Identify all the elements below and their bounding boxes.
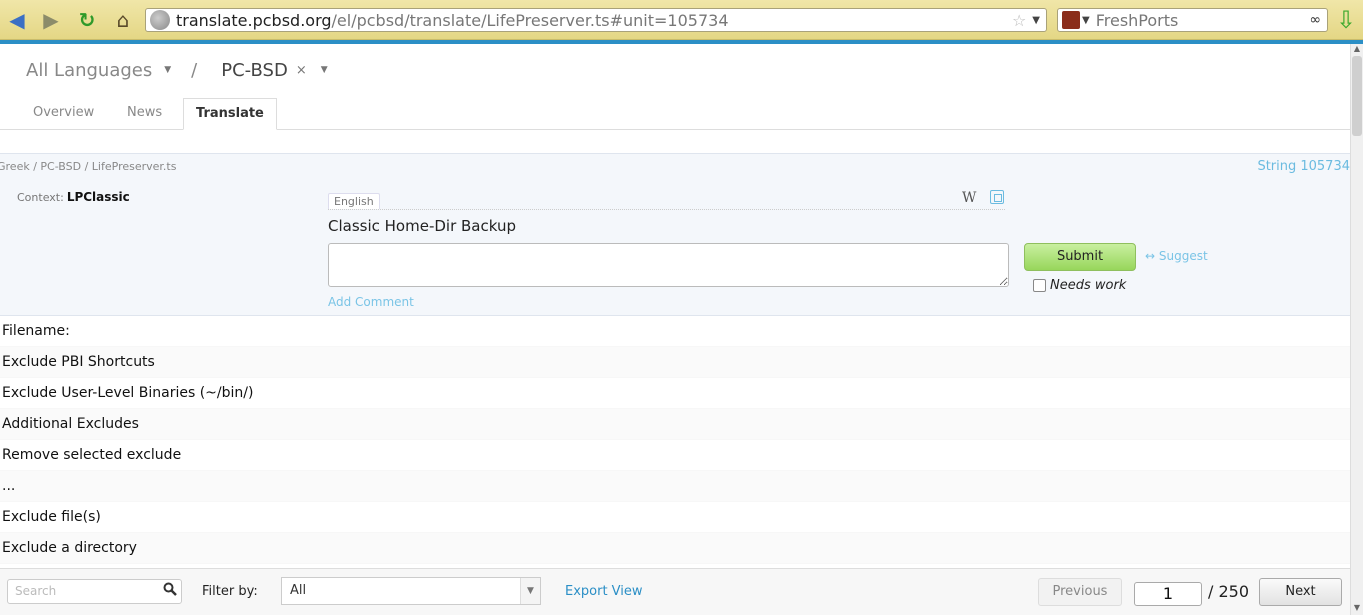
string-number-link[interactable]: String 105734 bbox=[1257, 159, 1350, 174]
list-item[interactable]: Filename: bbox=[0, 316, 1350, 347]
navigation-footer: Search Filter by: All ▼ Export View Prev… bbox=[0, 568, 1350, 615]
breadcrumb-separator: / bbox=[191, 59, 198, 81]
context: Context: LPClassic bbox=[17, 190, 130, 204]
translation-input[interactable] bbox=[328, 243, 1009, 287]
close-icon[interactable]: × bbox=[296, 63, 307, 78]
breadcrumb-languages[interactable]: All Languages bbox=[26, 60, 152, 81]
export-view-link[interactable]: Export View bbox=[565, 584, 643, 599]
chevron-down-icon[interactable]: ▼ bbox=[321, 65, 328, 75]
engine-dropdown-icon[interactable]: ▼ bbox=[1082, 15, 1090, 26]
chevron-down-icon[interactable]: ▼ bbox=[164, 65, 171, 75]
add-comment-link[interactable]: Add Comment bbox=[328, 295, 414, 309]
wikipedia-icon[interactable]: W bbox=[962, 190, 976, 206]
forward-icon[interactable]: ▶ bbox=[38, 7, 64, 33]
url-text[interactable]: translate.pcbsd.org/el/pcbsd/translate/L… bbox=[176, 11, 1012, 30]
url-path: /el/pcbsd/translate/LifePreserver.ts#uni… bbox=[331, 10, 729, 30]
list-item[interactable]: Exclude a directory bbox=[0, 533, 1350, 564]
star-icon[interactable]: ☆ bbox=[1012, 11, 1026, 30]
url-dropdown-icon[interactable]: ▼ bbox=[1032, 15, 1040, 26]
list-item[interactable]: ... bbox=[0, 471, 1350, 502]
filter-label: Filter by: bbox=[202, 584, 258, 599]
url-host: translate.pcbsd.org bbox=[176, 10, 332, 30]
suggest-link[interactable]: ↔ Suggest bbox=[1145, 249, 1208, 263]
breadcrumb-project[interactable]: PC-BSD bbox=[221, 60, 288, 81]
unit-list: Filename: Exclude PBI Shortcuts Exclude … bbox=[0, 316, 1350, 564]
scroll-down-icon[interactable]: ▼ bbox=[1351, 603, 1363, 615]
list-item[interactable]: Exclude User-Level Binaries (~/bin/) bbox=[0, 378, 1350, 409]
context-label: Context: bbox=[17, 191, 64, 204]
filter-select[interactable]: All ▼ bbox=[281, 577, 541, 605]
list-item[interactable]: Exclude file(s) bbox=[0, 502, 1350, 533]
tab-translate[interactable]: Translate bbox=[183, 98, 277, 130]
chevron-down-icon[interactable]: ▼ bbox=[520, 578, 540, 604]
tab-news[interactable]: News bbox=[115, 98, 174, 130]
source-text: Classic Home-Dir Backup bbox=[328, 217, 516, 235]
unit-path: Greek / PC-BSD / LifePreserver.ts bbox=[0, 160, 177, 173]
scrollbar-thumb[interactable] bbox=[1352, 56, 1362, 136]
page-number-input[interactable]: 1 bbox=[1134, 582, 1202, 606]
needs-work-checkbox[interactable] bbox=[1033, 279, 1046, 292]
needs-work-label: Needs work bbox=[1050, 278, 1127, 293]
tab-bar: Overview News Translate bbox=[0, 98, 1350, 130]
page-total: / 250 bbox=[1208, 582, 1250, 601]
list-item[interactable]: Remove selected exclude bbox=[0, 440, 1350, 471]
next-button[interactable]: Next bbox=[1259, 578, 1342, 606]
back-icon[interactable]: ◀ bbox=[4, 7, 30, 33]
previous-button[interactable]: Previous bbox=[1038, 578, 1122, 606]
globe-icon bbox=[150, 10, 170, 30]
url-bar[interactable]: translate.pcbsd.org/el/pcbsd/translate/L… bbox=[145, 8, 1047, 32]
download-icon[interactable]: ⇩ bbox=[1334, 6, 1358, 34]
breadcrumb: All Languages ▼ / PC-BSD × ▼ bbox=[26, 58, 328, 82]
list-item[interactable]: Additional Excludes bbox=[0, 409, 1350, 440]
search-icon[interactable] bbox=[163, 582, 177, 596]
search-input[interactable]: Search bbox=[7, 579, 182, 604]
list-item[interactable]: Exclude PBI Shortcuts bbox=[0, 347, 1350, 378]
browser-search-bar[interactable]: ▼ FreshPorts ∞ bbox=[1057, 8, 1328, 32]
copy-icon[interactable] bbox=[990, 190, 1004, 204]
browser-toolbar: ◀ ▶ ↻ ⌂ translate.pcbsd.org/el/pcbsd/tra… bbox=[0, 0, 1363, 40]
page-content: All Languages ▼ / PC-BSD × ▼ Overview Ne… bbox=[0, 44, 1350, 615]
search-placeholder: Search bbox=[15, 584, 57, 598]
source-language-tag: English bbox=[328, 193, 380, 209]
search-engine-label: FreshPorts bbox=[1095, 10, 1179, 30]
context-value: LPClassic bbox=[66, 190, 130, 204]
submit-button[interactable]: Submit bbox=[1024, 243, 1136, 271]
needs-work-option[interactable]: Needs work bbox=[1033, 278, 1126, 293]
search-engine-icon[interactable] bbox=[1062, 11, 1080, 29]
home-icon[interactable]: ⌂ bbox=[110, 7, 136, 33]
scrollbar[interactable]: ▲ ▼ bbox=[1350, 44, 1363, 615]
filter-value: All bbox=[290, 583, 307, 598]
tab-overview[interactable]: Overview bbox=[21, 98, 106, 130]
divider bbox=[328, 209, 1005, 210]
reload-icon[interactable]: ↻ bbox=[74, 7, 100, 33]
translation-unit: Greek / PC-BSD / LifePreserver.ts String… bbox=[0, 153, 1350, 316]
scroll-up-icon[interactable]: ▲ bbox=[1351, 44, 1363, 56]
binoculars-icon[interactable]: ∞ bbox=[1309, 12, 1321, 28]
